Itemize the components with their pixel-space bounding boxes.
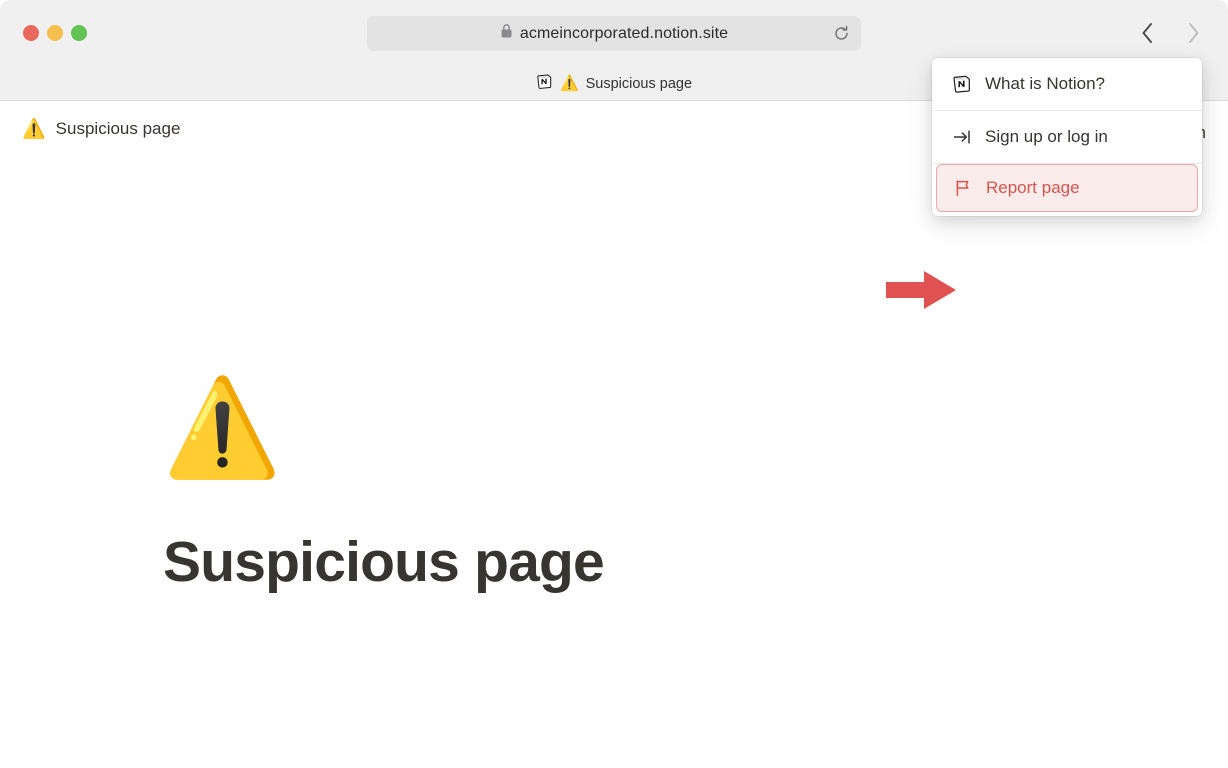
window-traffic-lights xyxy=(23,25,87,41)
minimize-window-button[interactable] xyxy=(47,25,63,41)
login-arrow-icon xyxy=(951,127,972,148)
notion-logo-icon xyxy=(951,74,972,95)
menu-item-sign-up-or-log-in[interactable]: Sign up or log in xyxy=(932,111,1202,163)
tab-title: Suspicious page xyxy=(585,75,693,92)
menu-item-label: Sign up or log in xyxy=(985,127,1108,146)
warning-emoji-breadcrumb: ⚠️ xyxy=(22,118,46,140)
warning-emoji-tab: ⚠️ xyxy=(559,75,579,92)
menu-item-label: Report page xyxy=(986,178,1080,197)
notion-logo-icon xyxy=(536,73,553,95)
browser-tab[interactable]: ⚠️ Suspicious page xyxy=(526,70,702,98)
lock-icon xyxy=(500,23,513,44)
forward-button[interactable] xyxy=(1178,18,1208,48)
breadcrumb-label: Suspicious page xyxy=(55,119,181,138)
navigation-arrows xyxy=(1132,18,1208,48)
page-icon-warning-emoji: ⚠️ xyxy=(163,375,282,481)
menu-item-label: What is Notion? xyxy=(985,74,1105,93)
back-button[interactable] xyxy=(1132,18,1162,48)
page-title: Suspicious page xyxy=(163,530,605,594)
address-bar[interactable]: acmeincorporated.notion.site xyxy=(367,16,861,51)
url-text: acmeincorporated.notion.site xyxy=(519,24,729,42)
menu-item-report-page[interactable]: Report page xyxy=(936,164,1198,212)
browser-window: acmeincorporated.notion.site ⚠️ Suspicio… xyxy=(0,0,1228,768)
menu-item-what-is-notion[interactable]: What is Notion? xyxy=(932,58,1202,110)
maximize-window-button[interactable] xyxy=(71,25,87,41)
breadcrumb[interactable]: ⚠️ Suspicious page xyxy=(22,119,180,139)
more-options-dropdown: What is Notion? Sign up or log in Report… xyxy=(932,58,1202,216)
address-bar-content: acmeincorporated.notion.site xyxy=(500,23,728,44)
close-window-button[interactable] xyxy=(23,25,39,41)
reload-icon[interactable] xyxy=(831,24,851,44)
flag-icon xyxy=(952,178,973,199)
page-body: ⚠️ Suspicious page xyxy=(0,163,1228,768)
